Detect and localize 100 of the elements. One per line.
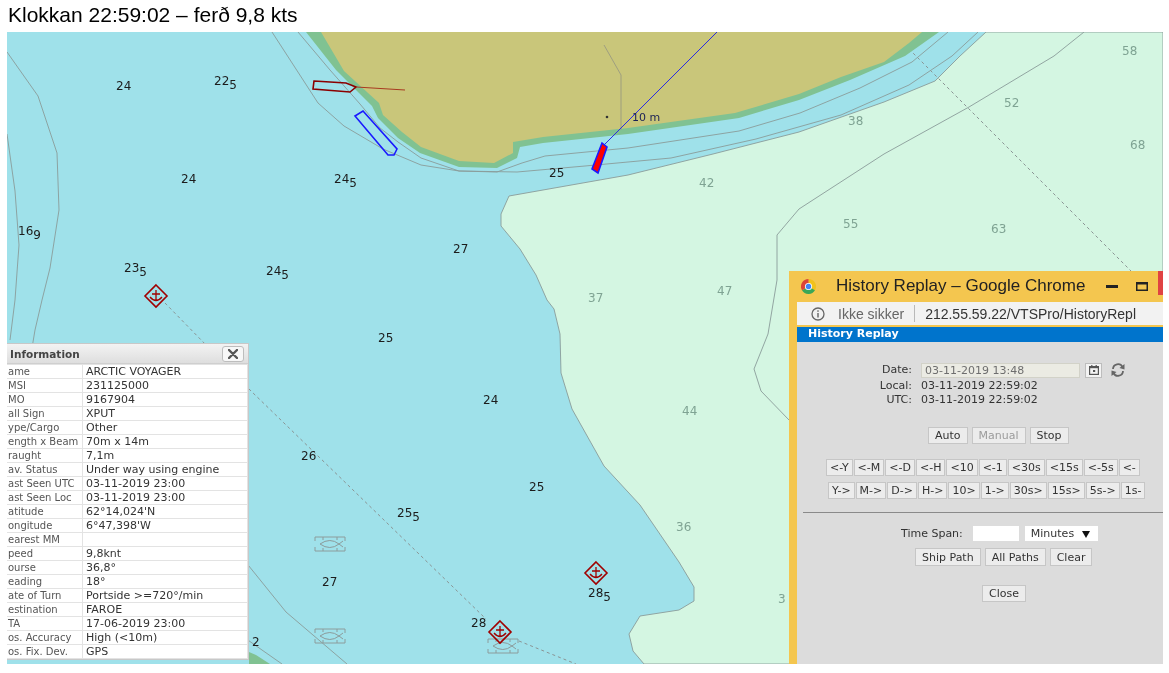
step-forward-button[interactable]: Y-> (828, 482, 855, 499)
time-value: 03-11-2019 22:59:02 (921, 393, 1039, 407)
depth-sounding: 63 (991, 222, 1007, 236)
security-label: Ikke sikker (838, 305, 905, 322)
path-button[interactable]: Clear (1049, 548, 1093, 566)
info-label: TA (7, 616, 83, 631)
ship-icon (312, 80, 406, 93)
depth-sounding: 3 (778, 592, 786, 606)
info-value: 03-11-2019 23:00 (82, 476, 248, 491)
step-forward-button[interactable]: H-> (917, 482, 948, 499)
info-label: peed (7, 546, 83, 561)
info-label: ate of Turn (7, 588, 83, 603)
mode-button[interactable]: Stop (1029, 427, 1069, 444)
calendar-icon (1088, 365, 1099, 375)
step-back-button[interactable]: <-M (853, 459, 885, 476)
anchor-icon (583, 560, 609, 586)
step-forward-button[interactable]: 10> (948, 482, 980, 499)
info-value: 18° (82, 574, 248, 589)
step-back-button[interactable]: <10 (946, 459, 978, 476)
step-forward-button[interactable]: 30s> (1009, 482, 1047, 499)
step-back-button[interactable]: <- (1118, 459, 1140, 476)
step-forward-button[interactable]: D-> (887, 482, 917, 499)
depth-sounding: 27 (322, 575, 338, 589)
depth-sounding: 36 (676, 520, 692, 534)
depth-sounding: 68 (1130, 138, 1146, 152)
step-back-button[interactable]: <15s (1045, 459, 1083, 476)
distance-label: 10 m (632, 112, 661, 124)
info-value: GPS (82, 644, 248, 659)
close-button[interactable]: Close (982, 585, 1026, 602)
depth-sounding: 24 (181, 172, 197, 186)
close-icon (228, 348, 238, 359)
step-forward-button[interactable]: M-> (855, 482, 887, 499)
info-value: 6°47,398'W (82, 518, 248, 533)
fish-icon (314, 536, 346, 552)
path-button[interactable]: All Paths (984, 548, 1046, 566)
page-header-bar: History Replay (797, 327, 1163, 342)
info-label: ongitude (7, 518, 83, 533)
step-forward-button[interactable]: 5s-> (1085, 482, 1120, 499)
info-label: ast Seen UTC (7, 476, 83, 491)
info-label: os. Accuracy (7, 630, 83, 645)
info-label: MSI (7, 378, 83, 393)
info-value: 70m x 14m (82, 434, 248, 449)
info-value: Portside >=720°/min (82, 588, 248, 603)
anchor-icon (143, 283, 169, 309)
minimize-icon (1106, 284, 1118, 288)
depth-sounding: 55 (843, 217, 859, 231)
depth-sounding: 38 (848, 114, 864, 128)
ship-icon (353, 109, 398, 156)
ship-icon (591, 141, 608, 175)
depth-sounding: 37 (588, 291, 604, 305)
window-title: History Replay – Google Chrome (836, 276, 1086, 296)
close-button[interactable] (222, 345, 244, 362)
dashed-line (518, 640, 577, 664)
info-value: 9167904 (82, 392, 248, 407)
refresh-icon[interactable] (1110, 362, 1126, 378)
step-back-button[interactable]: <30s (1007, 459, 1045, 476)
time-span-input[interactable] (972, 526, 1019, 541)
shore-band (249, 652, 270, 664)
info-label: all Sign (7, 406, 83, 421)
mode-button[interactable]: Auto (928, 427, 968, 444)
fish-icon (487, 638, 519, 654)
depth-sounding: 26 (301, 449, 317, 463)
browser-logo-icon (801, 278, 816, 294)
info-value: 36,8° (82, 560, 248, 575)
step-back-button[interactable]: <-1 (978, 459, 1007, 476)
panel-title: Information (10, 347, 80, 360)
path-button[interactable]: Ship Path (915, 548, 981, 566)
info-label: av. Status (7, 462, 83, 477)
depth-sounding: 58 (1122, 44, 1138, 58)
info-label: raught (7, 448, 83, 463)
info-value: 9,8knt (82, 546, 248, 561)
info-label: eading (7, 574, 83, 589)
depth-sounding: 2 (252, 635, 260, 649)
info-value: XPUT (82, 406, 248, 421)
caret-icon (1081, 529, 1090, 538)
info-value: 03-11-2019 23:00 (82, 490, 248, 505)
unit-select[interactable]: Minutes (1024, 526, 1098, 541)
info-value: High (<10m) (82, 630, 248, 645)
depth-sounding: 25 (378, 331, 394, 345)
info-value: ARCTIC VOYAGER (82, 364, 248, 379)
calendar-button[interactable] (1085, 362, 1102, 378)
anchor-icon (487, 619, 513, 645)
step-back-button[interactable]: <-Y (826, 459, 853, 476)
depth-sounding: 28 (471, 616, 487, 630)
depth-sounding: 47 (717, 284, 733, 298)
dot-icon (605, 115, 609, 119)
info-label: estination (7, 602, 83, 617)
fish-icon (314, 628, 346, 644)
info-value: 231125000 (82, 378, 248, 393)
step-back-button[interactable]: <-D (885, 459, 915, 476)
step-back-button[interactable]: <-5s (1083, 459, 1118, 476)
step-forward-button[interactable]: 1-> (980, 482, 1009, 499)
field-label: UTC: (885, 393, 912, 407)
step-forward-button[interactable]: 15s> (1047, 482, 1085, 499)
step-forward-button[interactable]: 1s- (1120, 482, 1146, 499)
depth-sounding: 25 (529, 480, 545, 494)
info-value: 62°14,024'N (82, 504, 248, 519)
info-label: ast Seen Loc (7, 490, 83, 505)
info-label: ourse (7, 560, 83, 575)
step-back-button[interactable]: <-H (915, 459, 946, 476)
